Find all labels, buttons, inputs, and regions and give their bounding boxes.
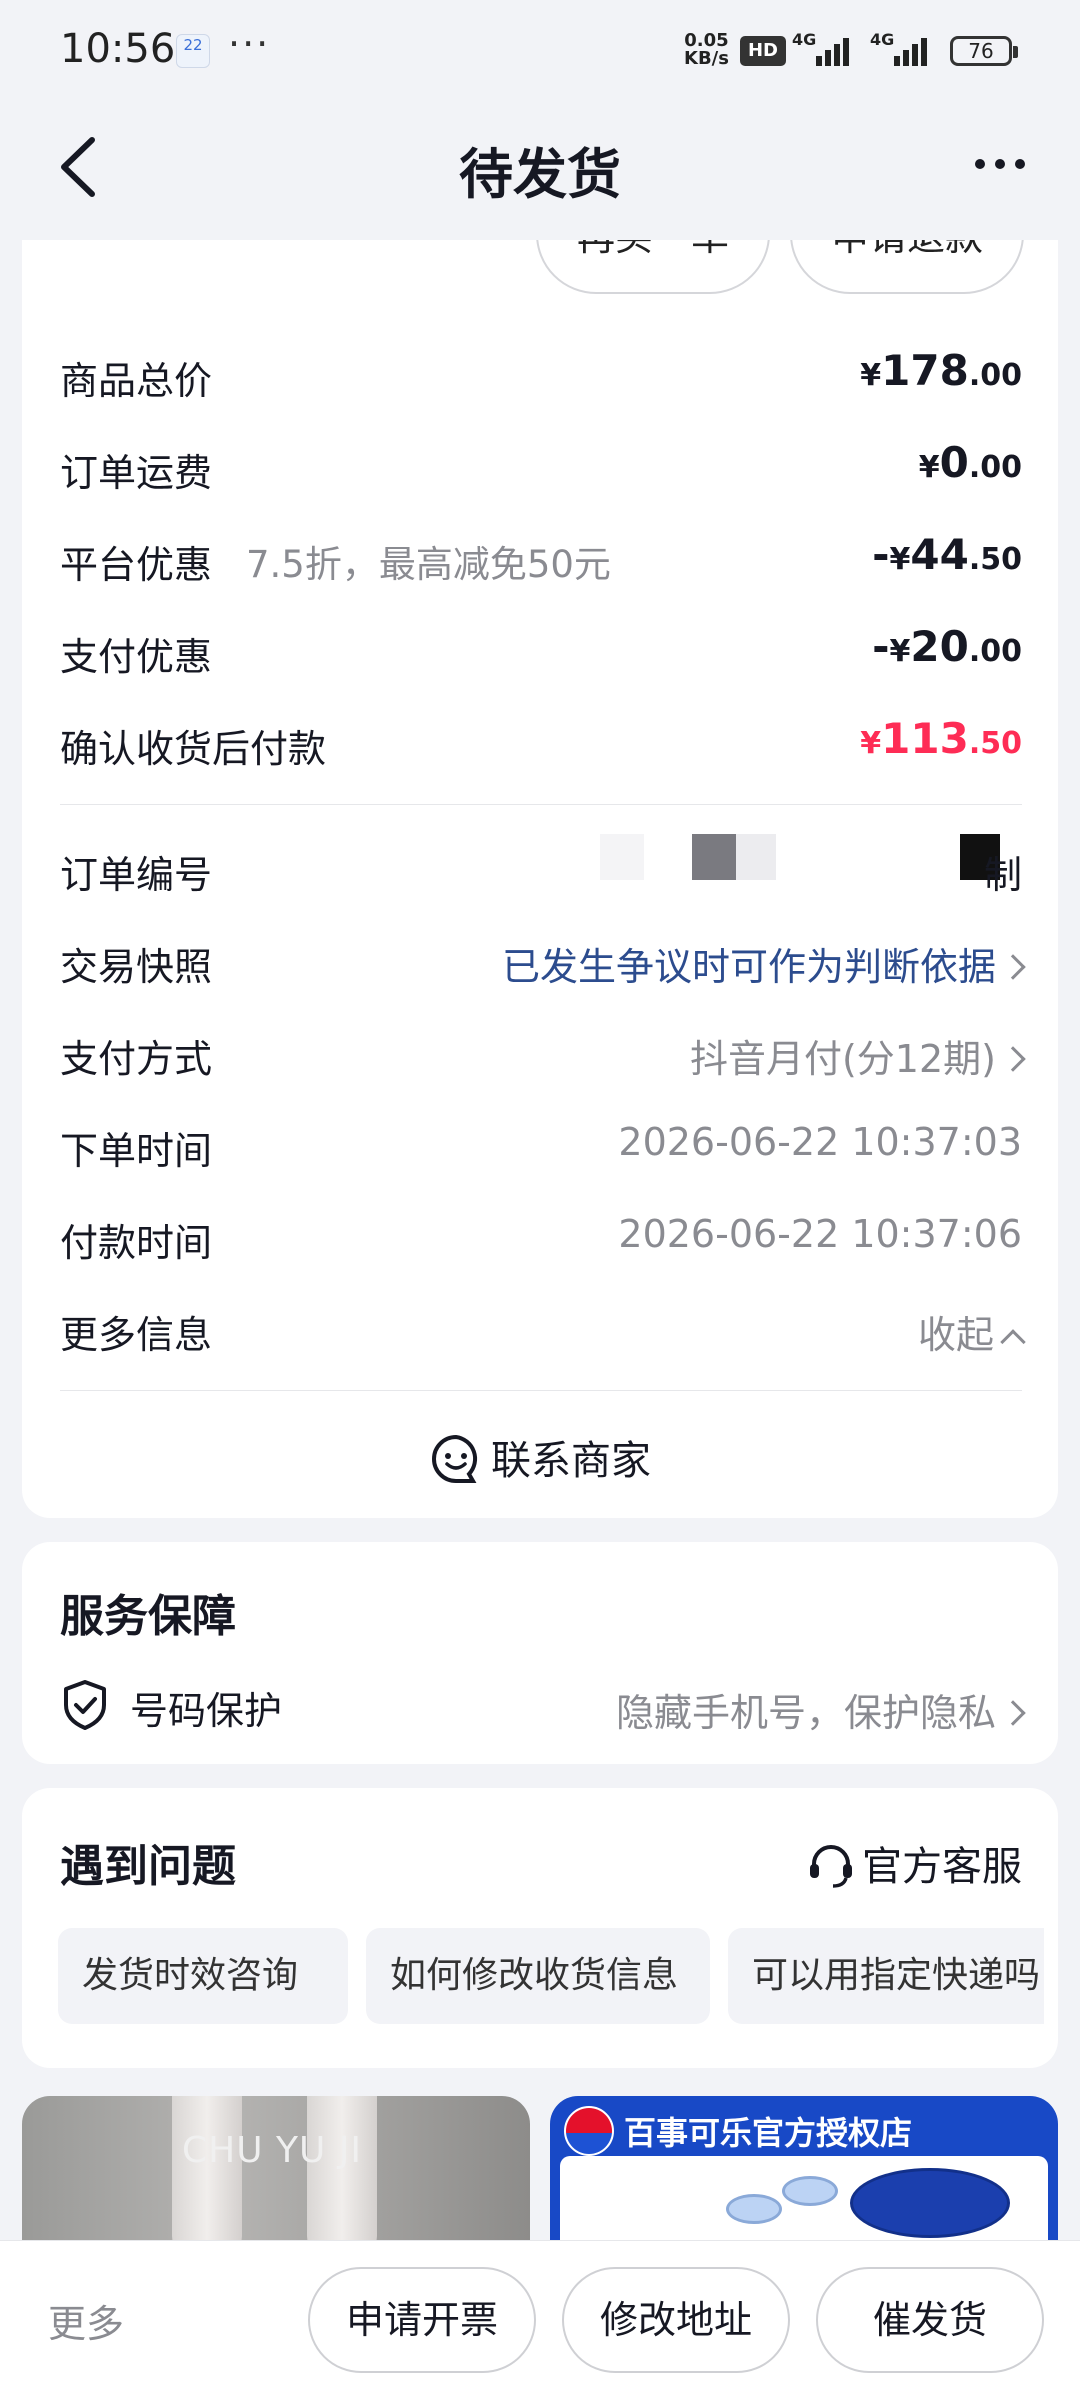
question-chip[interactable]: 如何修改收货信息 xyxy=(366,1928,710,2024)
problems-title: 遇到问题 xyxy=(60,1841,236,1892)
battery-icon: 76 xyxy=(950,36,1018,66)
more-info-row[interactable]: 更多信息 收起 xyxy=(60,1294,1026,1364)
status-dots: ··· xyxy=(228,22,271,66)
more-link[interactable]: 更多 xyxy=(48,2293,124,2348)
trade-snapshot-row[interactable]: 交易快照 已发生争议时可作为判断依据 xyxy=(60,926,1026,996)
product-image xyxy=(307,2096,377,2256)
edit-address-button[interactable]: 修改地址 xyxy=(562,2267,790,2373)
chevron-up-icon xyxy=(1000,1328,1026,1355)
order-detail-card: 再买一单 申请退款 商品总价 ¥178.00 订单运费 ¥0.00 平台优惠 7… xyxy=(22,240,1058,1518)
redacted-block xyxy=(692,834,736,880)
urge-shipping-button[interactable]: 催发货 xyxy=(816,2267,1044,2373)
price-row-shipping: 订单运费 ¥0.00 xyxy=(60,438,1022,495)
pay-time-row: 付款时间 2026-06-22 10:37:06 xyxy=(60,1212,1022,1265)
chevron-right-icon xyxy=(1000,1699,1026,1726)
price-row-payment-discount: 支付优惠 -¥20.00 xyxy=(60,622,1022,679)
status-time: 10:56 xyxy=(60,26,176,72)
more-options-icon[interactable] xyxy=(970,144,1030,184)
network-speed: 0.05 KB/s xyxy=(684,30,729,69)
final-price: ¥113.50 xyxy=(860,714,1022,763)
payment-method-row[interactable]: 支付方式 抖音月付(分12期) xyxy=(60,1018,1026,1088)
question-chip[interactable]: 可以用指定快递吗 xyxy=(728,1928,1044,2024)
chat-smile-icon xyxy=(432,1434,478,1483)
price-row-pay-after-receipt: 确认收货后付款 ¥113.50 xyxy=(60,714,1022,771)
product-card-right[interactable]: 百事可乐官方授权店 xyxy=(550,2096,1058,2256)
page-title: 待发货 xyxy=(459,143,621,206)
status-bar: 10:56 22 ··· 0.05 KB/s HD 4G 4G 76 xyxy=(0,0,1080,104)
redacted-block xyxy=(736,834,776,880)
request-refund-button[interactable]: 申请退款 xyxy=(790,240,1024,294)
copy-order-number[interactable]: 制 xyxy=(984,844,1022,899)
shield-check-icon xyxy=(64,1680,106,1730)
pepsi-logo-icon xyxy=(564,2106,614,2156)
collapse-toggle[interactable]: 收起 xyxy=(918,1313,994,1357)
hd-icon: HD xyxy=(740,36,786,66)
chevron-right-icon xyxy=(1000,953,1026,980)
contact-merchant-button[interactable]: 联系商家 xyxy=(22,1428,1058,1508)
divider xyxy=(60,1390,1022,1391)
buy-again-button[interactable]: 再买一单 xyxy=(536,240,770,294)
problems-card: 遇到问题 官方客服 发货时效咨询 如何修改收货信息 可以用指定快递吗 xyxy=(22,1788,1058,2068)
calendar-icon: 22 xyxy=(176,34,210,68)
chevron-right-icon xyxy=(1000,1045,1026,1072)
product-brand-text: CHU YU JI xyxy=(182,2130,363,2171)
service-guarantee-card: 服务保障 号码保护 隐藏手机号，保护隐私 xyxy=(22,1542,1058,1764)
official-service-button[interactable]: 官方客服 xyxy=(806,1834,1022,1894)
order-time-row: 下单时间 2026-06-22 10:37:03 xyxy=(60,1120,1022,1173)
number-protection-row[interactable]: 号码保护 隐藏手机号，保护隐私 xyxy=(60,1672,1026,1742)
signal-icon: 4G xyxy=(792,30,852,70)
product-image xyxy=(172,2096,242,2256)
question-chip[interactable]: 发货时效咨询 xyxy=(58,1928,348,2024)
nav-bar: 待发货 xyxy=(0,104,1080,234)
redacted-block xyxy=(600,834,644,880)
price-row-platform-discount: 平台优惠 7.5折，最高减免50元 -¥44.50 xyxy=(60,530,1022,587)
price-row-total: 商品总价 ¥178.00 xyxy=(60,346,1022,403)
order-number-row: 订单编号 制 xyxy=(60,834,1022,904)
shop-name: 百事可乐官方授权店 xyxy=(624,2114,913,2152)
bottom-action-bar: 更多 申请开票 修改地址 催发货 xyxy=(0,2240,1080,2400)
product-card-left[interactable]: CHU YU JI xyxy=(22,2096,530,2256)
apply-invoice-button[interactable]: 申请开票 xyxy=(308,2267,536,2373)
signal-icon: 4G xyxy=(870,30,930,70)
headset-icon xyxy=(810,1845,852,1888)
divider xyxy=(60,804,1022,805)
service-title: 服务保障 xyxy=(60,1591,236,1642)
